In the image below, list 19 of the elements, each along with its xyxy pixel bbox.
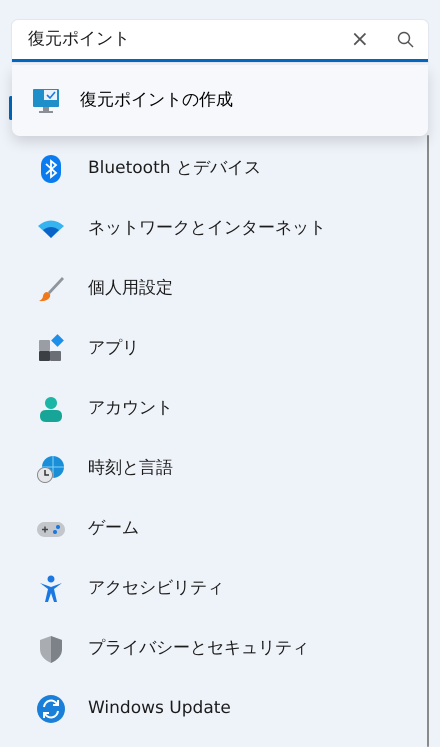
nav-item[interactable]: プライバシーとセキュリティ [12,619,428,679]
search-icon [397,31,414,48]
nav-item[interactable]: 個人用設定 [12,259,428,319]
nav-item[interactable]: アクセシビリティ [12,559,428,619]
nav-item[interactable]: アカウント [12,379,428,439]
nav-item[interactable]: Windows Update [12,679,428,739]
nav-item[interactable]: アプリ [12,319,428,379]
search-field[interactable]: 復元ポイント × [12,20,428,62]
monitor-icon [32,88,60,114]
sync-icon [36,694,66,724]
globe-clock-icon [36,454,66,484]
nav-item[interactable]: Bluetooth とデバイス [12,139,428,199]
scrollbar[interactable] [427,135,429,747]
nav-item[interactable]: 時刻と言語 [12,439,428,499]
nav-item[interactable]: ゲーム [12,499,428,559]
apps-icon [36,334,66,364]
nav-item[interactable]: ネットワークとインターネット [12,199,428,259]
suggestion-item[interactable]: 復元ポイントの作成 [12,65,428,136]
clear-button[interactable]: × [344,28,375,50]
